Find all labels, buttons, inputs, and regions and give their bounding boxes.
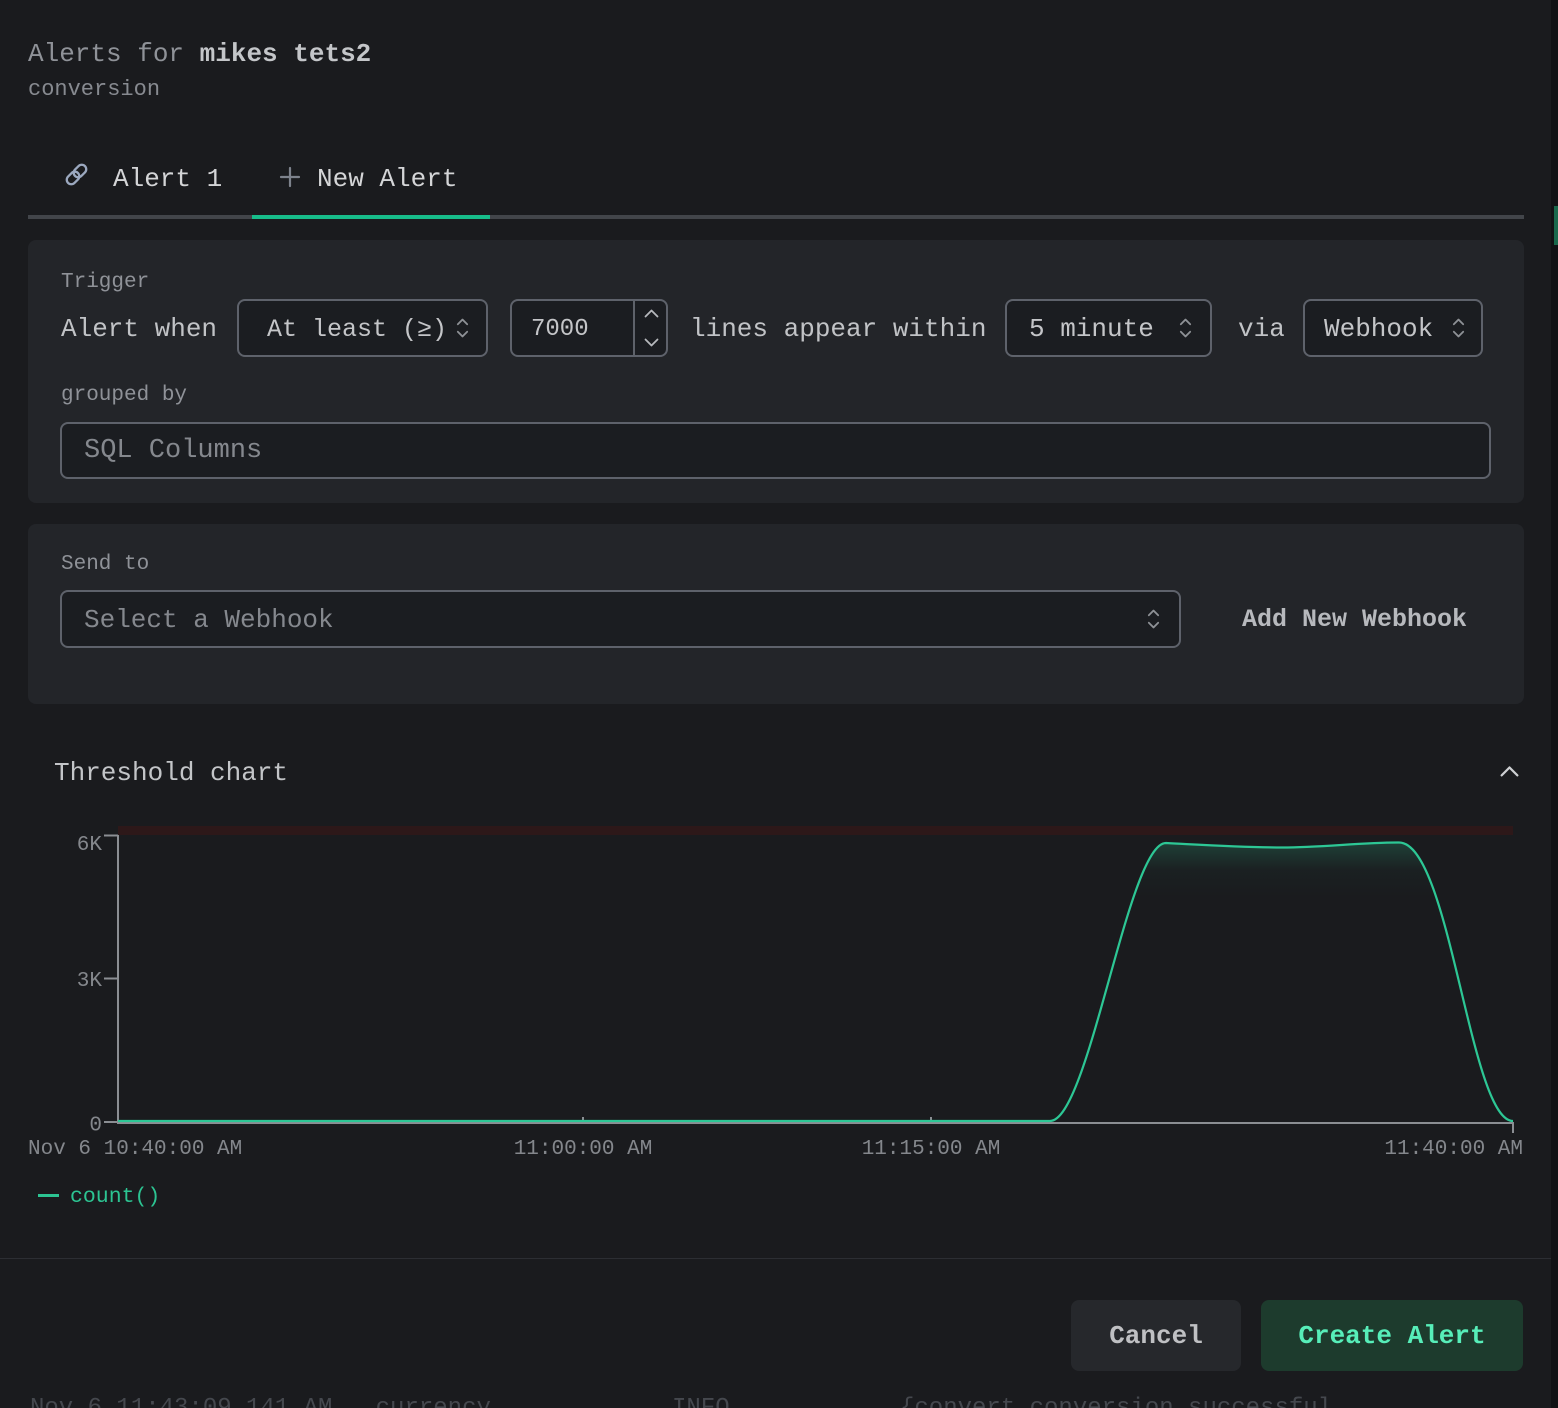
svg-text:0: 0 xyxy=(89,1115,102,1138)
svg-text:11:15:00 AM: 11:15:00 AM xyxy=(862,1138,1001,1161)
svg-text:count(): count() xyxy=(70,1185,160,1209)
svg-text:3K: 3K xyxy=(77,970,103,993)
svg-text:11:40:00 AM: 11:40:00 AM xyxy=(1384,1138,1523,1161)
svg-text:6K: 6K xyxy=(77,834,103,857)
svg-text:Nov 6 10:40:00 AM: Nov 6 10:40:00 AM xyxy=(28,1138,242,1161)
svg-text:11:00:00 AM: 11:00:00 AM xyxy=(514,1138,653,1161)
